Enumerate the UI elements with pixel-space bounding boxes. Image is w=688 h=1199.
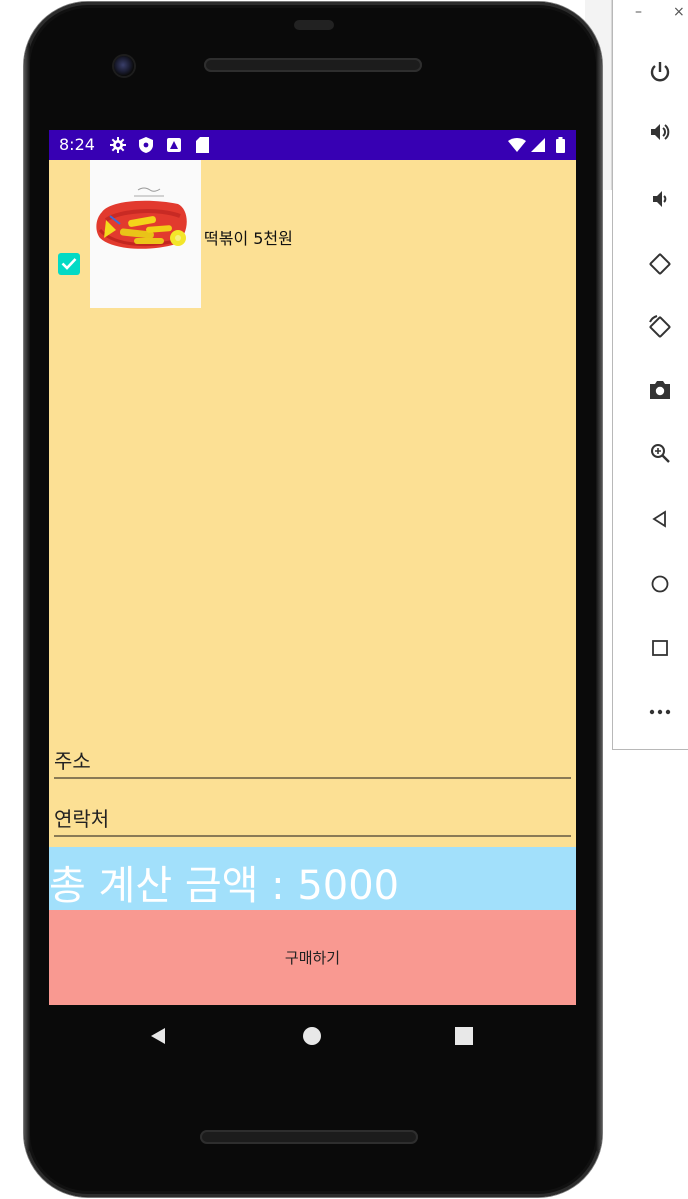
status-time: 8:24 — [59, 135, 95, 154]
phone-edge-left — [24, 42, 30, 1152]
phone-edge-right — [596, 42, 602, 1152]
signal-icon — [530, 136, 546, 154]
home-icon[interactable] — [301, 1025, 323, 1047]
recents-icon[interactable] — [453, 1025, 475, 1047]
sensor-slot — [294, 20, 334, 30]
menu-item-label: 떡볶이 5천원 — [204, 229, 293, 248]
minimize-button[interactable]: – — [635, 4, 642, 20]
power-icon[interactable] — [645, 57, 675, 87]
navigation-bar — [49, 1005, 576, 1067]
app-screen: 8:24 떡볶이 5천원 주소 연락처 총 계산 금액: 5000 구매하기 — [49, 130, 576, 1005]
emulator-controls: – × — [612, 0, 688, 750]
contact-field[interactable]: 연락처 — [54, 799, 571, 837]
zoom-icon[interactable] — [645, 438, 675, 468]
close-button[interactable]: × — [673, 4, 685, 20]
address-placeholder: 주소 — [54, 749, 91, 773]
tteokbokki-image — [90, 160, 201, 308]
volume-up-icon[interactable] — [645, 117, 675, 147]
front-camera — [114, 56, 134, 76]
battery-icon — [554, 136, 566, 154]
contact-placeholder: 연락처 — [54, 807, 110, 831]
total-amount-text: 총 계산 금액 : 5000 — [49, 863, 400, 909]
address-field[interactable]: 주소 — [54, 741, 571, 779]
item-checkbox[interactable] — [58, 253, 80, 275]
buy-button[interactable]: 구매하기 — [49, 910, 576, 1005]
more-icon[interactable] — [645, 697, 675, 727]
top-speaker — [204, 58, 422, 72]
home-icon[interactable] — [645, 569, 675, 599]
rotate-right-icon[interactable] — [645, 312, 675, 342]
notification-icon — [165, 136, 183, 154]
back-icon[interactable] — [147, 1025, 169, 1047]
wifi-icon — [507, 136, 527, 154]
volume-down-icon[interactable] — [645, 184, 675, 214]
back-icon[interactable] — [645, 504, 675, 534]
camera-icon[interactable] — [645, 375, 675, 405]
bottom-speaker — [200, 1130, 418, 1144]
gear-icon — [109, 136, 127, 154]
shield-icon — [137, 136, 155, 154]
overview-icon[interactable] — [645, 633, 675, 663]
rotate-left-icon[interactable] — [645, 249, 675, 279]
buy-button-label: 구매하기 — [284, 950, 341, 967]
total-banner: 총 계산 금액 : 5000 — [49, 847, 576, 910]
status-bar: 8:24 — [49, 130, 576, 160]
sd-card-icon — [193, 136, 211, 154]
